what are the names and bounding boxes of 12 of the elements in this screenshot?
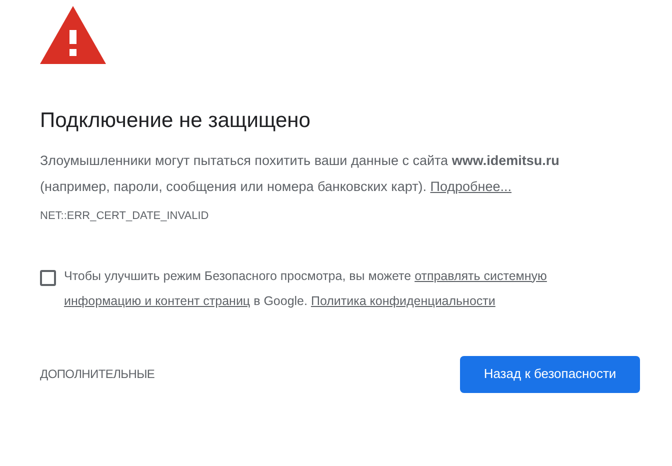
details-button[interactable]: ДОПОЛНИТЕЛЬНЫЕ [40, 365, 155, 383]
warning-icon [40, 6, 106, 64]
checkbox[interactable] [40, 270, 56, 286]
back-to-safety-button[interactable]: Назад к безопасности [460, 356, 640, 392]
text-link[interactable]: отправлять системную [414, 268, 547, 282]
learn-more-link[interactable]: Подробнее... [430, 179, 512, 194]
text-link[interactable]: Политика конфиденциальности [310, 294, 496, 308]
warning-message: Злоумышленники могут пытаться похитить ваши данные с сайта www.idemitsu.ru (например, пароли, сообщения или номера банковских карт). Подробнее... [40, 152, 560, 196]
opt-in-text: Чтобы улучшить режим Безопасного просмотра, вы можете отправлять системную информацию и контент страниц в Google. Политика конфиденциальности [64, 268, 548, 310]
text-link[interactable]: информацию и контент страниц [64, 294, 250, 308]
page-heading: Подключение не защищено [40, 108, 312, 134]
error-code: NET::ERR_CERT_DATE_INVALID [40, 209, 210, 224]
